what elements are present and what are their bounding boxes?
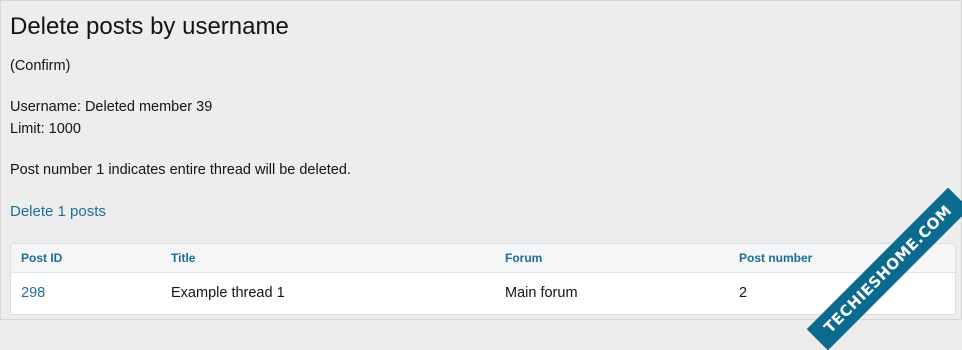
delete-posts-link[interactable]: Delete 1 posts <box>10 202 106 222</box>
column-header-title[interactable]: Title <box>171 251 195 265</box>
page-container: Delete posts by username (Confirm) Usern… <box>0 0 962 320</box>
post-id-link[interactable]: 298 <box>21 285 45 301</box>
posts-table: Post ID Title Forum Post number 298 Exam… <box>10 243 956 315</box>
column-header-post-id[interactable]: Post ID <box>21 251 62 265</box>
note-text: Post number 1 indicates entire thread wi… <box>10 162 351 178</box>
post-title-cell: Example thread 1 <box>171 285 285 301</box>
username-line: Username: Deleted member 39 <box>10 99 213 115</box>
limit-line: Limit: 1000 <box>10 121 81 137</box>
page-title: Delete posts by username <box>10 13 289 40</box>
confirm-label: (Confirm) <box>10 58 71 74</box>
column-header-forum[interactable]: Forum <box>505 251 542 265</box>
post-number-cell: 2 <box>739 285 748 301</box>
table-header-row: Post ID Title Forum Post number <box>11 244 955 273</box>
column-header-post-number[interactable]: Post number <box>739 251 812 265</box>
post-forum-cell: Main forum <box>505 285 578 301</box>
